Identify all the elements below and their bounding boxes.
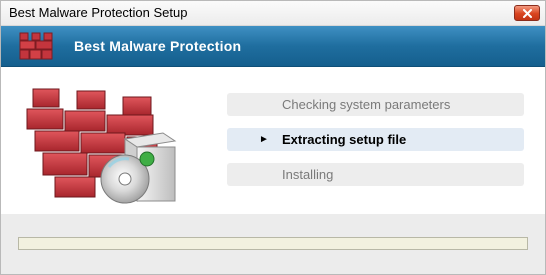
step-installing: Installing (227, 163, 524, 186)
brick-wall-icon (19, 32, 53, 60)
progress-bar (18, 237, 528, 250)
step-label: Installing (282, 167, 334, 182)
window-title: Best Malware Protection Setup (9, 5, 188, 20)
step-checking-system: Checking system parameters (227, 93, 524, 116)
current-step-arrow-icon: ► (259, 134, 269, 145)
close-icon (523, 9, 532, 18)
step-extracting-setup: ► Extracting setup file (227, 128, 524, 151)
step-label: Extracting setup file (282, 132, 407, 147)
setup-window: Best Malware Protection Setup Best Malwa… (0, 0, 546, 275)
firewall-installer-icon (26, 88, 177, 204)
step-label: Checking system parameters (282, 97, 451, 112)
content-panel: Checking system parameters ► Extracting … (1, 67, 545, 214)
banner-title: Best Malware Protection (74, 38, 242, 54)
title-bar[interactable]: Best Malware Protection Setup (1, 1, 545, 26)
close-button[interactable] (514, 5, 540, 21)
header-banner: Best Malware Protection (1, 26, 545, 67)
